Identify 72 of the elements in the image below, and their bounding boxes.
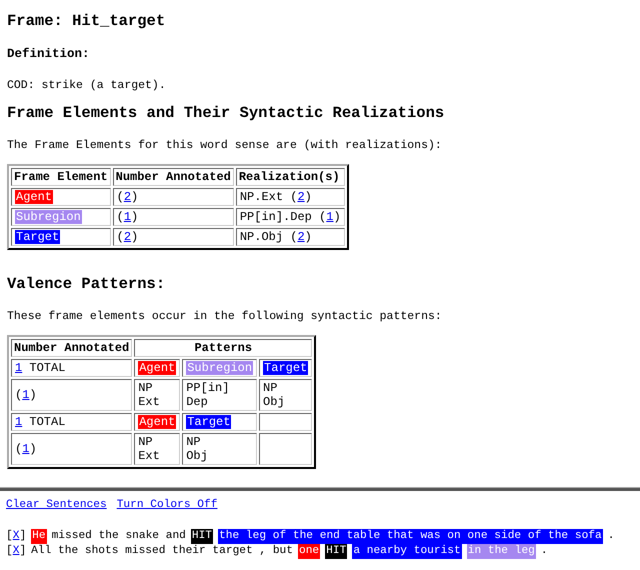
cell-text: ) [304,230,312,244]
count-link[interactable]: 1 [326,210,334,224]
count-link[interactable]: 1 [15,415,22,429]
cell-text: NP.Obj ( [240,230,298,244]
cell-text: TOTAL [28,415,66,429]
cell-text: NP Obj [186,435,208,463]
highlight: HIT [190,529,214,544]
sentence-text: missed the snake and [52,529,186,544]
sentence-text: [ [6,529,13,544]
cell-text: NP Ext [138,435,160,463]
action-link[interactable]: Turn Colors Off [116,499,218,511]
element-tag: Agent [138,361,176,375]
cell-text: ( [15,442,22,456]
cell-text: ( [116,190,124,204]
element-tag: Target [186,415,232,429]
highlight: in the leg [466,544,536,559]
count-link[interactable]: 2 [124,230,132,244]
cell-text: ) [131,230,138,244]
cell-text: ) [304,190,312,204]
column-header: Frame Element [11,168,111,186]
intro-text: These frame elements occur in the following syntactic patterns: [7,310,443,323]
highlight: He [31,529,47,544]
highlight: HIT [325,544,348,559]
element-tag: Agent [15,190,54,204]
cell-text: ) [131,190,138,204]
element-tag: Subregion [15,210,82,224]
cell-text: NP Obj [263,381,285,409]
action-link[interactable]: Clear Sentences [6,499,107,511]
remove-link[interactable]: X [12,544,20,559]
cell-text: NP Ext [138,381,160,409]
element-tag: Agent [138,415,176,429]
definition-text: COD: strike (a target). [7,79,167,92]
column-header: Number Annotated [112,168,234,186]
count-link[interactable]: 2 [297,190,305,204]
cell-text: ( [15,388,22,402]
remove-link[interactable]: X [12,529,20,544]
cell-text: ) [29,388,37,402]
column-header: Number Annotated [11,339,132,357]
count-link[interactable]: 2 [124,190,132,204]
element-tag: Subregion [186,361,254,375]
frame-title: Frame: Hit_target [7,12,166,30]
cell-text: ( [116,230,124,244]
cell-text: ) [333,210,341,224]
sentence-text: . [540,544,548,559]
sentence-text: ] [19,544,26,559]
sentence-text: All the shots missed their target , but [31,544,293,559]
intro-text: The Frame Elements for this word sense are (with realizations): [7,139,443,152]
highlight: a nearby tourist [352,544,462,559]
section-heading: Frame Elements and Their Syntactic Realizations [7,104,446,122]
column-header: Patterns [134,339,312,357]
cell-text: NP.Ext ( [240,190,298,204]
cell-text: ) [29,442,37,456]
sentence-text: ] [19,529,26,544]
count-link[interactable]: 1 [124,210,132,224]
section-heading: Valence Patterns: [7,275,166,293]
sentence-text: . [608,529,614,544]
cell-text: ) [131,210,138,224]
element-tag: Target [263,361,308,375]
highlight: the leg of the end table that was on one side of the sofa [218,529,603,544]
cell-text: TOTAL [28,361,66,375]
cell-text: ( [116,210,124,224]
sentence-text: [ [6,544,13,559]
count-link[interactable]: 1 [22,442,30,456]
cell-text: PP[in].Dep ( [240,210,326,224]
definition-heading: Definition: [7,47,91,61]
element-tag: Target [15,230,60,244]
count-link[interactable]: 2 [297,230,305,244]
count-link[interactable]: 1 [22,388,30,402]
cell-text: PP[in] Dep [186,381,230,409]
count-link[interactable]: 1 [15,361,22,375]
column-header: Realization(s) [236,168,345,186]
highlight: one [298,544,320,559]
